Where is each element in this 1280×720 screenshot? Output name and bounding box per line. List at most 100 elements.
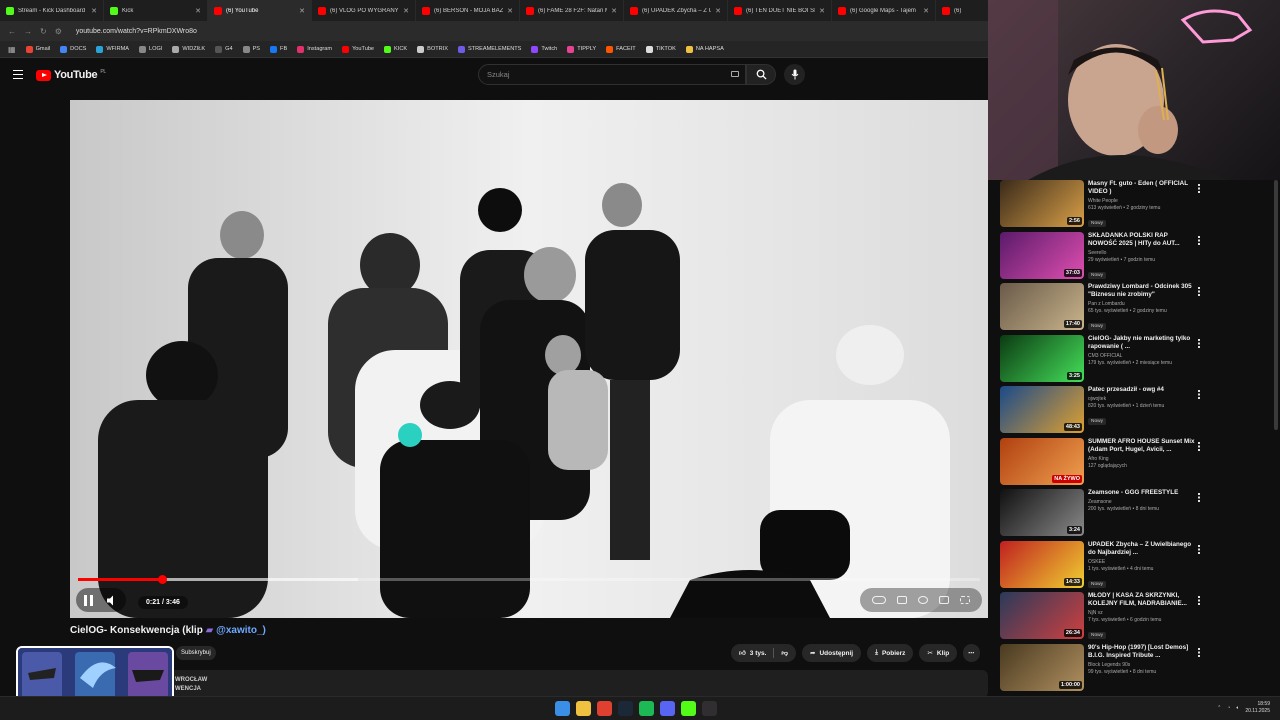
browser-tab[interactable]: Stream - Kick Dashboard ✕ <box>0 0 104 21</box>
hamburger-menu-icon[interactable] <box>13 70 23 79</box>
search-button[interactable] <box>746 64 776 85</box>
channel-name[interactable]: NjN vz <box>1088 610 1198 616</box>
bookmark-item[interactable]: Gmail <box>25 45 50 53</box>
bookmark-item[interactable]: FACEIT <box>606 45 636 53</box>
forward-arrow-icon[interactable]: → <box>24 27 32 36</box>
windows-start-icon[interactable] <box>555 701 570 716</box>
recommended-video-title[interactable]: UPADEK Zbycha – Z Uwielbianego do Najbar… <box>1088 541 1198 557</box>
video-thumbnail[interactable]: 48:43 <box>1000 386 1084 433</box>
recommended-video-title[interactable]: SKŁADANKA POLSKI RAP NOWOŚĆ 2025 | HITy … <box>1088 232 1198 248</box>
browser-tab[interactable]: (6) VLOG PO WYGRANYM ✕ <box>312 0 416 21</box>
more-vertical-icon[interactable] <box>1198 390 1200 399</box>
bookmark-item[interactable]: WIDZIŁK <box>172 45 205 53</box>
recommended-video[interactable]: 3:25 CielOG- Jakby nie marketing tylko ra… <box>1000 334 1276 387</box>
video-thumbnail[interactable]: 26:34 <box>1000 592 1084 639</box>
more-vertical-icon[interactable] <box>1198 235 1200 245</box>
bookmark-item[interactable]: BOTRIX <box>417 45 448 53</box>
recommended-video-title[interactable]: Zeamsone - GGG FREESTYLE <box>1088 489 1198 497</box>
close-tab-icon[interactable]: ✕ <box>195 7 201 15</box>
bookmark-item[interactable]: WFIRMA <box>96 45 129 53</box>
video-thumbnail[interactable]: 17:40 <box>1000 283 1084 330</box>
more-vertical-icon[interactable] <box>1198 596 1200 605</box>
url-field[interactable]: youtube.com/watch?v=RPkmDXWro8o <box>76 28 197 35</box>
bookmark-item[interactable]: NA HAPSA <box>685 45 724 53</box>
browser-tab[interactable]: (6) BERSON - MOJA BAZA ✕ <box>416 0 520 21</box>
close-tab-icon[interactable]: ✕ <box>91 7 97 15</box>
bookmark-item[interactable]: DOCS <box>60 45 86 53</box>
close-tab-icon[interactable]: ✕ <box>923 7 929 15</box>
bookmark-item[interactable]: PS <box>242 45 260 53</box>
channel-name[interactable]: OSKEE <box>1088 559 1198 565</box>
recommended-video-title[interactable]: Masny Ft. guto - Eden ( OFFICIAL VIDEO ) <box>1088 180 1198 196</box>
scrubber-handle[interactable] <box>157 575 167 584</box>
thumbs-down-icon[interactable]: 👎︎ <box>781 649 788 657</box>
kick-icon[interactable] <box>681 701 696 716</box>
chrome-icon[interactable] <box>597 701 612 716</box>
clock[interactable]: 18:59 20.11.2025 <box>1245 701 1270 715</box>
channel-name[interactable]: CM3 OFFICIAL <box>1088 353 1198 359</box>
volume-icon[interactable] <box>107 595 118 606</box>
progress-bar[interactable] <box>78 575 980 584</box>
more-vertical-icon[interactable] <box>1198 184 1200 193</box>
bookmark-item[interactable]: FB <box>270 45 287 53</box>
pause-icon[interactable] <box>84 594 93 606</box>
video-thumbnail[interactable]: 2:56 <box>1000 180 1084 227</box>
browser-tab[interactable]: (6)✕ <box>936 0 988 21</box>
subscribe-button[interactable]: Subskrybuj <box>176 646 216 660</box>
video-player[interactable]: 0:21 / 3:46 <box>70 100 988 618</box>
recommended-video[interactable]: 26:34 MŁODY | KASA ZA SKRZYNKI, KOLEJNY F… <box>1000 592 1276 644</box>
video-thumbnail[interactable]: 37:03 <box>1000 231 1084 279</box>
speaker-icon[interactable]: 🔈︎ <box>1236 705 1239 711</box>
recommended-video-title[interactable]: MŁODY | KASA ZA SKRZYNKI, KOLEJNY FILM, … <box>1088 592 1198 608</box>
channel-name[interactable]: Zeamsone <box>1088 499 1198 505</box>
recommended-video-title[interactable]: Prawdziwy Lombard - Odcinek 305 "Biznesu… <box>1088 283 1198 299</box>
sidebar-scrollbar[interactable] <box>1274 180 1278 430</box>
obs-icon[interactable] <box>702 701 717 716</box>
bookmark-item[interactable]: STREAMELEMENTS <box>457 45 521 53</box>
close-tab-icon[interactable]: ✕ <box>403 7 409 15</box>
back-arrow-icon[interactable]: ← <box>8 27 16 36</box>
more-vertical-icon[interactable] <box>1198 338 1200 348</box>
close-tab-icon[interactable]: ✕ <box>715 7 721 15</box>
more-actions-button[interactable]: ⋯ <box>963 644 980 662</box>
spotify-icon[interactable] <box>639 701 654 716</box>
channel-name[interactable]: Pan z Lombardu <box>1088 301 1198 307</box>
video-thumbnail[interactable]: 14:33 <box>1000 540 1084 588</box>
apps-grid-icon[interactable]: ▦ <box>8 45 16 54</box>
recommended-video[interactable]: 48:43 Patec przesadził - owg #4 ojwojtek 82… <box>1000 386 1276 438</box>
bookmark-item[interactable]: Twitch <box>531 45 557 53</box>
reload-icon[interactable]: ↻ <box>40 27 47 36</box>
channel-name[interactable]: Afro King <box>1088 456 1198 462</box>
video-thumbnail[interactable]: NA ŻYWO <box>1000 437 1084 485</box>
network-icon[interactable]: ◔ <box>1227 705 1230 711</box>
channel-name[interactable]: ojwojtek <box>1088 396 1198 402</box>
browser-tab[interactable]: Kick ✕ <box>104 0 208 21</box>
channel-name[interactable]: Block Legends 90s <box>1088 662 1198 668</box>
browser-tab[interactable]: (6) UPADEK Zbycha – Z U ✕ <box>624 0 728 21</box>
bookmark-item[interactable]: LOGI <box>139 45 162 53</box>
download-button[interactable]: ⤓ Pobierz <box>867 644 914 662</box>
browser-tab[interactable]: (6) YouTube ✕ <box>208 0 312 21</box>
close-tab-icon[interactable]: ✕ <box>299 7 305 15</box>
close-tab-icon[interactable]: ✕ <box>819 7 825 15</box>
bookmark-item[interactable]: KICK <box>384 45 407 53</box>
more-vertical-icon[interactable] <box>1198 287 1200 296</box>
recommended-video[interactable]: 1:00:00 90's Hip-Hop (1997) [Lost Demos] … <box>1000 643 1276 696</box>
recommended-video[interactable]: 17:40 Prawdziwy Lombard - Odcinek 305 "Bi… <box>1000 283 1276 335</box>
more-vertical-icon[interactable] <box>1198 441 1200 451</box>
site-info-icon[interactable]: ⚙ <box>55 27 62 36</box>
more-vertical-icon[interactable] <box>1198 647 1200 657</box>
video-thumbnail[interactable]: 3:25 <box>1000 334 1084 382</box>
recommended-video-title[interactable]: SUMMER AFRO HOUSE Sunset Mix (Adam Port,… <box>1088 438 1198 454</box>
recommended-video[interactable]: 37:03 SKŁADANKA POLSKI RAP NOWOŚĆ 2025 | … <box>1000 231 1276 284</box>
recommended-video[interactable]: 3:24 Zeamsone - GGG FREESTYLE Zeamsone 200 … <box>1000 489 1276 541</box>
recommended-video-title[interactable]: 90's Hip-Hop (1997) [Lost Demos] B.I.G. … <box>1088 644 1198 660</box>
fullscreen-icon[interactable] <box>960 596 971 604</box>
more-vertical-icon[interactable] <box>1198 544 1200 554</box>
recommended-video-title[interactable]: CielOG- Jakby nie marketing tylko rapowa… <box>1088 335 1198 351</box>
more-vertical-icon[interactable] <box>1198 493 1200 502</box>
description-box[interactable]: WROCŁAW WENCJA <box>70 670 988 698</box>
file-explorer-icon[interactable] <box>576 701 591 716</box>
like-button[interactable]: 👍︎ 3 tys. 👎︎ <box>731 644 797 662</box>
recommended-video[interactable]: 14:33 UPADEK Zbycha – Z Uwielbianego do N… <box>1000 540 1276 593</box>
